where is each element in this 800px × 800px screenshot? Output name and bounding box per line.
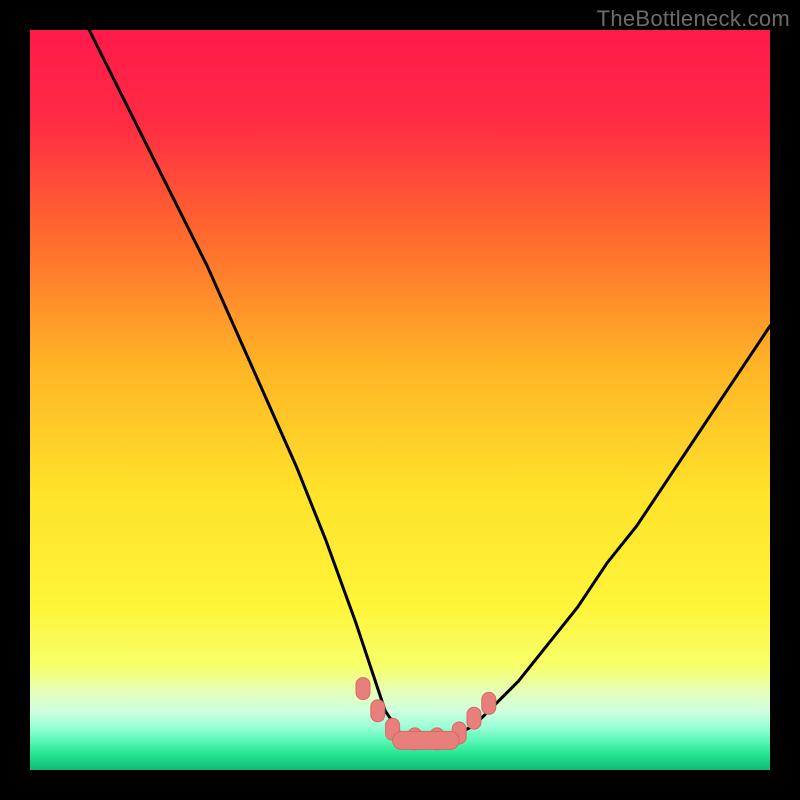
watermark-text: TheBottleneck.com — [597, 6, 790, 32]
gradient-background — [30, 30, 770, 770]
plot-area — [30, 30, 770, 770]
chart-frame: TheBottleneck.com — [0, 0, 800, 800]
